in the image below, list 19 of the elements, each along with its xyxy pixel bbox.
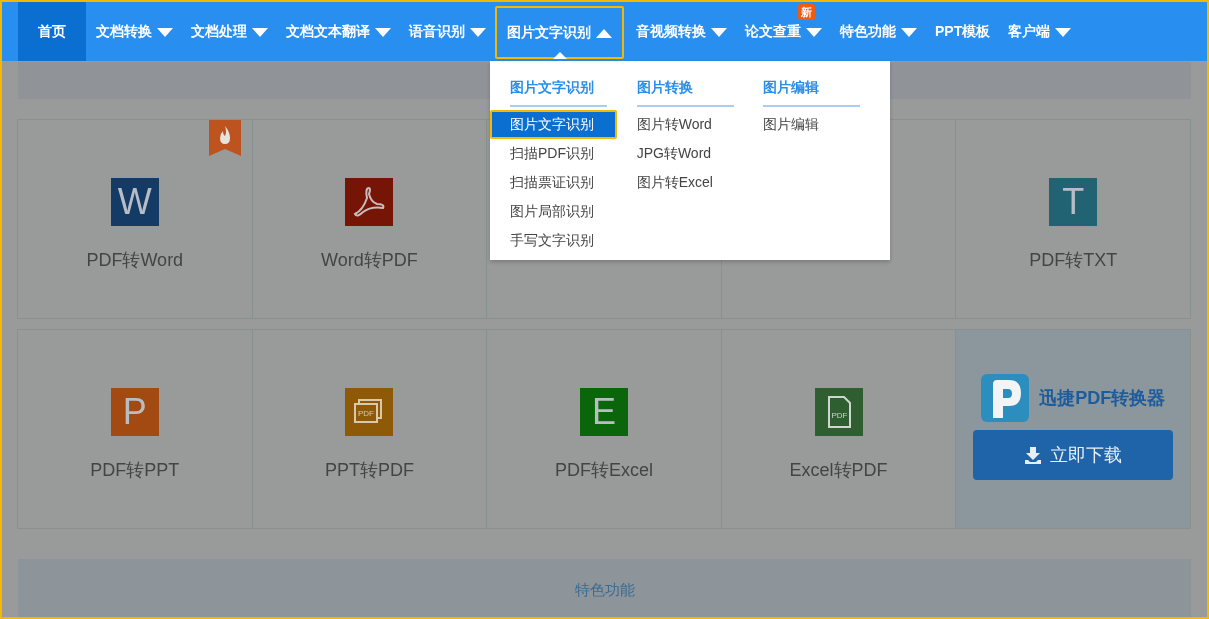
product-title: 迅捷PDF转换器	[1039, 387, 1166, 410]
menu-column-title: 图片编辑	[763, 77, 861, 107]
tool-label: Word转PDF	[321, 249, 418, 272]
file-type-icon: T	[1049, 178, 1098, 226]
tool-label: Excel转PDF	[789, 459, 888, 482]
tool-label: PDF转Word	[86, 249, 184, 272]
tool-label: PDF转Excel	[555, 459, 653, 482]
menu-column-title: 图片转换	[636, 77, 734, 107]
tool-label: PPT转PDF	[324, 459, 414, 482]
new-badge: 新	[798, 4, 815, 20]
tool-label: PDF转TXT	[1029, 249, 1118, 272]
file-type-icon: P	[110, 388, 159, 436]
file-type-icon: W	[110, 178, 159, 226]
file-type-icon: E	[580, 388, 628, 436]
pdf-file-icon: PDF	[814, 388, 863, 436]
tool-label: PDF转PPT	[90, 459, 180, 482]
section-title: 特色功能	[574, 581, 635, 600]
menu-column-title: 图片文字识别	[510, 77, 607, 107]
pdf-slides-icon: PDF	[345, 388, 394, 436]
